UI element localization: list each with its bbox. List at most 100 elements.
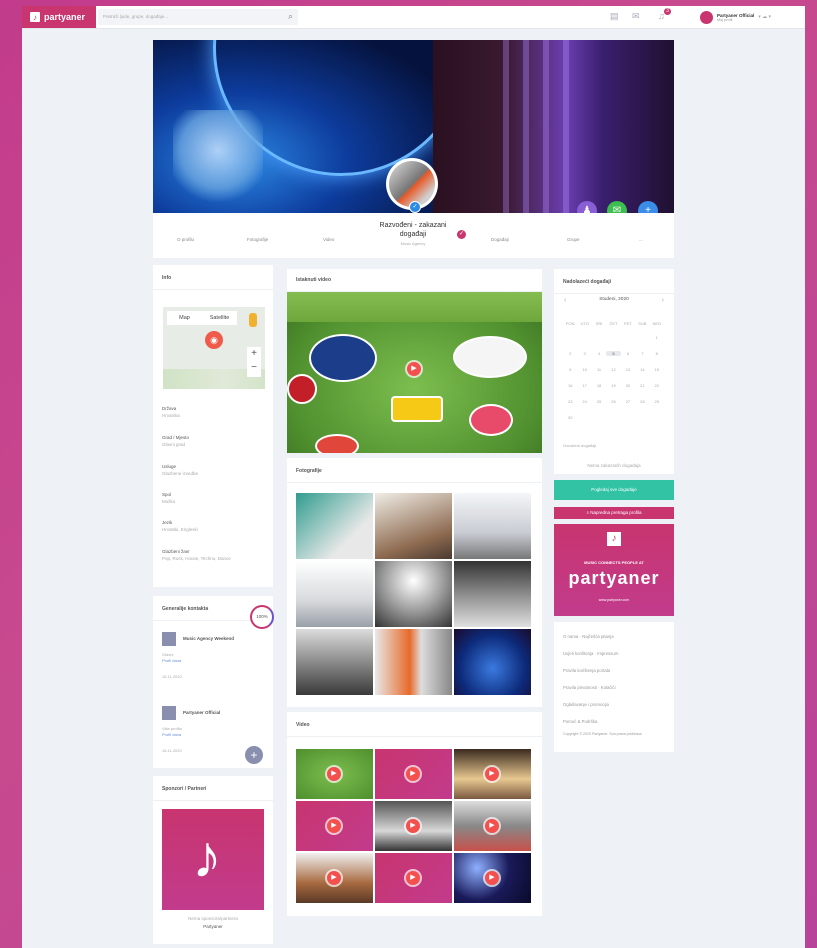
logo[interactable]: ♪ partyaner [22,6,96,28]
play-icon[interactable]: ▶ [327,819,341,833]
search-input[interactable]: Pretraži ljude, grupe, događaje... [98,9,298,25]
sponsor-logo[interactable]: ♪ [162,809,264,910]
calendar-day[interactable]: 18 [592,383,606,388]
play-icon[interactable]: ▶ [485,819,499,833]
tab-video[interactable]: Video [323,237,334,242]
calendar-day[interactable]: 28 [635,399,649,404]
tab-more[interactable]: ... [639,237,643,242]
chevron-right-icon[interactable]: › [662,297,664,304]
user-menu[interactable]: Partyaner Official Moj profil ▾ ☁ ▾ [700,9,771,25]
photo-thumb[interactable] [375,493,452,559]
photo-thumb[interactable] [454,629,531,695]
photo-thumb[interactable] [454,493,531,559]
calendar-day[interactable]: 6 [621,351,635,356]
calendar-day[interactable]: 30 [563,415,577,420]
photo-thumb[interactable] [296,493,373,559]
calendar-day[interactable]: 16 [563,383,577,388]
calendar-day[interactable]: 13 [621,367,635,372]
calendar-day[interactable]: 25 [592,399,606,404]
calendar-icon[interactable]: ▤ [610,11,619,22]
calendar-day[interactable]: 12 [606,367,620,372]
play-icon[interactable]: ▶ [406,871,420,885]
video-thumb[interactable]: ▶ [454,801,531,851]
featured-video-card: Istaknuti video ▶ [287,269,542,453]
video-thumb[interactable]: ▶ [296,749,373,799]
field-services: Usluge Glazbene izvedbe [162,464,199,476]
pegman-icon[interactable] [249,313,257,327]
calendar-day[interactable]: 21 [635,383,649,388]
calendar-day[interactable]: 19 [606,383,620,388]
calendar-day[interactable]: 15 [650,367,664,372]
play-icon[interactable]: ▶ [407,362,421,376]
play-icon[interactable]: ▶ [485,871,499,885]
play-icon[interactable]: ▶ [406,819,420,833]
location-map[interactable]: Map Satellite ◉ + − [163,307,265,389]
footer-link[interactable]: Pravila korištenja portala [563,668,610,673]
calendar-days[interactable]: 1 2 3 4 5 6 7 8 9 10 11 12 13 14 15 16 17 18 19 20 21 22 23 24 2… [563,335,664,420]
video-thumb[interactable]: ▶ [375,749,452,799]
video-thumb[interactable]: ▶ [454,749,531,799]
advanced-search-button[interactable]: ⌕ Napredna pretraga profila [554,507,674,519]
map-tab-map[interactable]: Map [167,311,202,325]
calendar-day[interactable]: 26 [606,399,620,404]
play-icon[interactable]: ▶ [485,767,499,781]
contacts-card: Generalije kontakta 100% Music Agency We… [153,596,274,768]
field-language: Jezik Hrvatski, Engleski [162,520,198,532]
calendar-day[interactable]: 17 [577,383,591,388]
photo-thumb[interactable] [296,629,373,695]
calendar-day[interactable]: 9 [563,367,577,372]
tab-photos[interactable]: Fotografije [247,237,268,242]
video-thumb[interactable]: ▶ [296,801,373,851]
chat-icon[interactable]: ✉ [632,11,640,22]
photo-thumb[interactable] [375,629,452,695]
footer-link[interactable]: Pomoć & Podrška [563,719,597,724]
calendar-day[interactable]: 2 [563,351,577,356]
video-thumb[interactable]: ▶ [454,853,531,903]
play-icon[interactable]: ▶ [327,871,341,885]
calendar-day[interactable]: 8 [650,351,664,356]
calendar-day[interactable]: 7 [635,351,649,356]
calendar-day[interactable]: 5 [606,351,621,356]
photo-thumb[interactable] [296,561,373,627]
calendar-day[interactable]: 3 [577,351,591,356]
chevron-down-icon: ▾ ☁ ▾ [758,14,772,20]
no-events-text: Nema zakazanih događaja [587,463,641,468]
calendar-day[interactable]: 11 [592,367,606,372]
search-icon[interactable]: ⌕ [288,11,293,22]
zoom-control[interactable]: + − [247,347,261,377]
calendar-day[interactable]: 29 [650,399,664,404]
partyaner-ad[interactable]: ♪ MUSIC CONNECTS PEOPLE AT partyaner www… [554,524,674,616]
footer-link[interactable]: O nama · Najčešća pitanja [563,634,614,639]
calendar-day[interactable]: 10 [577,367,591,372]
top-navbar: ♪ partyaner Pretraži ljude, grupe, događ… [22,6,805,29]
play-icon[interactable]: ▶ [406,767,420,781]
calendar-day[interactable]: 22 [650,383,664,388]
footer-link[interactable]: Uvjeti korištenja · Impressum [563,651,618,656]
video-thumb[interactable]: ▶ [375,801,452,851]
play-icon[interactable]: ▶ [327,767,341,781]
tab-about[interactable]: O profilu [177,237,194,242]
calendar-day[interactable]: 23 [563,399,577,404]
footer-link[interactable]: Pravila privatnosti · Kolačići [563,685,616,690]
calendar-day[interactable]: 27 [621,399,635,404]
calendar-day[interactable]: 24 [577,399,591,404]
logo-icon: ♪ [30,12,40,22]
add-contact-button[interactable]: + [245,746,263,764]
video-thumb[interactable]: ▶ [375,853,452,903]
video-thumb[interactable]: ▶ [296,853,373,903]
calendar-day [592,335,606,340]
tab-groups[interactable]: Grupe [567,237,580,242]
photo-thumb[interactable] [375,561,452,627]
photo-thumb[interactable] [454,561,531,627]
calendar-day[interactable]: 4 [592,351,606,356]
calendar-day[interactable]: 1 [650,335,664,340]
map-pin-icon[interactable]: ◉ [205,331,223,349]
all-events-button[interactable]: Pogledaj sve događaje [554,480,674,500]
footer-link[interactable]: Oglašavanje i promocija [563,702,609,707]
calendar-day[interactable]: 20 [621,383,635,388]
map-tab-satellite[interactable]: Satellite [202,311,237,325]
chevron-left-icon[interactable]: ‹ [564,297,566,304]
tab-events[interactable]: Događaji [491,237,509,242]
calendar-day[interactable]: 14 [635,367,649,372]
featured-video-player[interactable]: ▶ [287,292,542,453]
